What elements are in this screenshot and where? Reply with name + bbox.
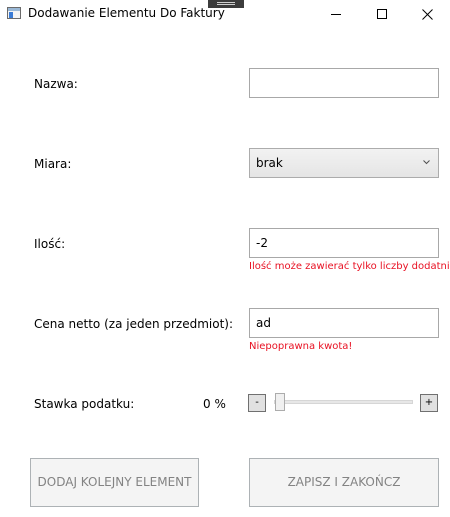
quantity-error-message: Ilość może zawierać tylko liczby dodatni…	[249, 261, 450, 272]
tax-rate-value: 0 %	[203, 397, 226, 411]
maximize-button[interactable]	[360, 0, 405, 28]
measure-selected-value: brak	[256, 156, 283, 170]
name-label: Nazwa:	[34, 77, 78, 91]
measure-dropdown[interactable]: brak	[249, 148, 439, 178]
quantity-input[interactable]: -2	[249, 228, 439, 258]
minimize-icon	[331, 14, 341, 15]
tax-rate-label: Stawka podatku:	[34, 397, 135, 411]
maximize-icon	[377, 9, 387, 19]
name-input[interactable]	[249, 68, 439, 98]
drag-grip-handle[interactable]	[208, 0, 244, 8]
tax-increment-button[interactable]: +	[420, 394, 438, 412]
close-button[interactable]	[405, 0, 450, 28]
price-error-message: Niepoprawna kwota!	[249, 341, 353, 352]
close-icon	[422, 9, 433, 20]
app-window-icon	[7, 7, 21, 19]
quantity-label: Ilość:	[34, 237, 66, 251]
price-label: Cena netto (za jeden przedmiot):	[34, 317, 234, 331]
window-title: Dodawanie Elementu Do Faktury	[28, 6, 225, 20]
measure-label: Miara:	[34, 157, 72, 171]
price-input[interactable]: ad	[249, 308, 439, 338]
chevron-down-icon	[423, 160, 430, 165]
tax-slider-track[interactable]	[274, 400, 413, 404]
tax-slider-thumb[interactable]	[275, 393, 285, 411]
title-bar[interactable]: Dodawanie Elementu Do Faktury	[0, 0, 450, 28]
tax-decrement-button[interactable]: -	[248, 394, 266, 412]
save-and-close-button[interactable]: ZAPISZ I ZAKOŃCZ	[249, 458, 439, 507]
minimize-button[interactable]	[314, 0, 359, 28]
add-another-element-button[interactable]: DODAJ KOLEJNY ELEMENT	[30, 458, 199, 507]
